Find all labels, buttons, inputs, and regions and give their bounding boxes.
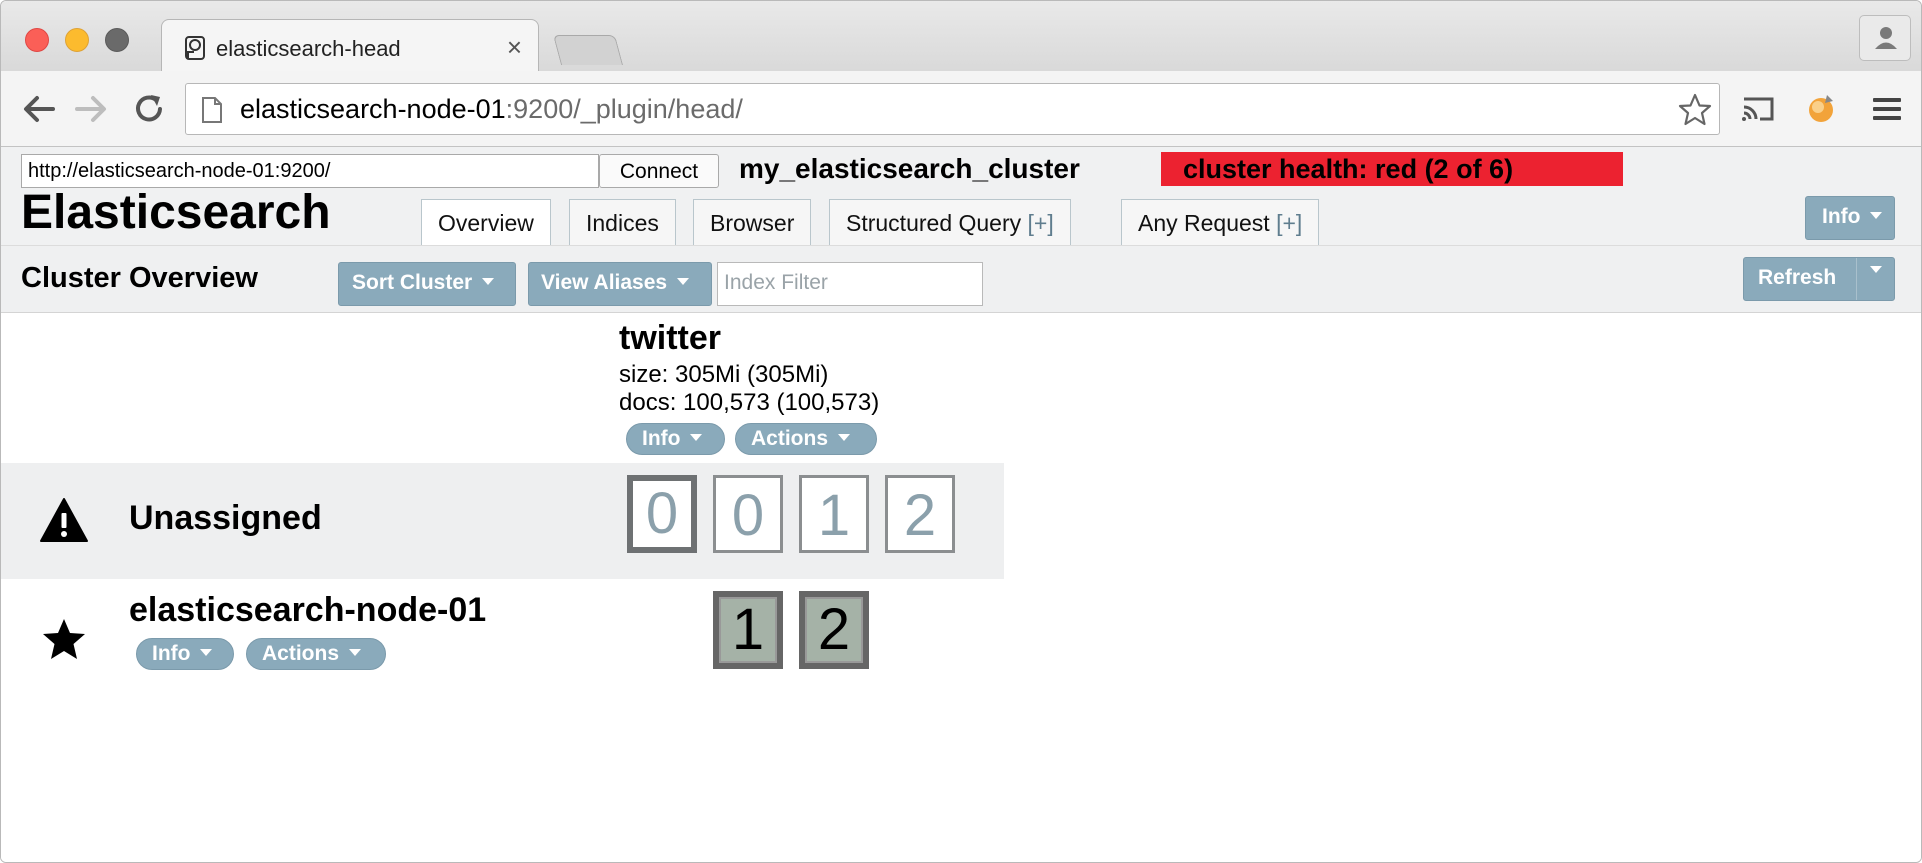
- new-tab-button[interactable]: [552, 35, 624, 65]
- cluster-name: my_elasticsearch_cluster: [739, 153, 1080, 184]
- view-aliases-button[interactable]: View Aliases: [528, 262, 712, 306]
- chevron-down-icon: [1870, 211, 1883, 219]
- browser-toolbar: elasticsearch-node-01:9200/_plugin/head/: [1, 71, 1921, 147]
- close-window-button[interactable]: [25, 28, 49, 52]
- cluster-overview-toolbar: Cluster Overview Sort Cluster View Alias…: [1, 245, 1921, 313]
- index-filter-input[interactable]: Index Filter: [717, 262, 983, 306]
- chevron-down-icon: [200, 648, 213, 656]
- zoom-window-button[interactable]: [105, 28, 129, 52]
- app-title: Elasticsearch: [21, 186, 331, 239]
- index-docs: docs: 100,573 (100,573): [619, 389, 880, 416]
- chevron-down-icon: [838, 433, 851, 441]
- refresh-label: Refresh: [1758, 266, 1837, 289]
- index-actions-button[interactable]: Actions: [735, 423, 877, 455]
- url-path: :9200/_plugin/head/: [505, 94, 743, 124]
- tab-browser-label: Browser: [710, 210, 795, 236]
- profile-button[interactable]: [1859, 15, 1911, 61]
- tab-indices-label: Indices: [586, 210, 659, 236]
- chevron-down-icon: [677, 277, 690, 285]
- shard-box[interactable]: 0: [713, 475, 783, 553]
- refresh-divider: [1856, 258, 1857, 300]
- tab-indices[interactable]: Indices: [569, 199, 676, 245]
- index-size: size: 305Mi (305Mi): [619, 361, 829, 388]
- tab-overview-label: Overview: [438, 210, 534, 236]
- tab-strip: elasticsearch-head ×: [1, 1, 1921, 73]
- warning-icon: [40, 498, 88, 542]
- tab-structured-query[interactable]: Structured Query [+]: [829, 199, 1071, 245]
- url-text: elasticsearch-node-01:9200/_plugin/head/: [240, 94, 743, 125]
- node-info-button[interactable]: Info: [136, 638, 234, 670]
- index-actions-label: Actions: [751, 427, 829, 450]
- cast-icon[interactable]: [1738, 89, 1778, 129]
- head-header: Connect my_elasticsearch_cluster cluster…: [1, 147, 1921, 246]
- shard-box[interactable]: 2: [799, 591, 869, 669]
- sort-cluster-button[interactable]: Sort Cluster: [338, 262, 516, 306]
- page-title: Cluster Overview: [21, 262, 258, 294]
- index-info-button[interactable]: Info: [626, 423, 725, 455]
- forward-icon[interactable]: [71, 89, 111, 129]
- shard-box[interactable]: 2: [885, 475, 955, 553]
- node-actions-label: Actions: [262, 642, 340, 665]
- tab-any-request-label: Any Request: [1138, 210, 1270, 236]
- shard-box[interactable]: 0: [627, 475, 697, 553]
- star-icon: [43, 619, 85, 659]
- favicon-icon: [185, 36, 205, 60]
- info-menu-button[interactable]: Info: [1805, 196, 1895, 240]
- page-icon: [202, 97, 222, 123]
- info-menu-label: Info: [1822, 205, 1861, 228]
- bookmark-star-icon[interactable]: [1677, 92, 1713, 128]
- tab-any-request-plus: [+]: [1276, 210, 1303, 236]
- shard-box[interactable]: 1: [799, 475, 869, 553]
- chevron-down-icon: [482, 277, 495, 285]
- page-content: Connect my_elasticsearch_cluster cluster…: [1, 147, 1921, 862]
- view-aliases-label: View Aliases: [541, 271, 668, 294]
- chevron-down-icon: [349, 648, 362, 656]
- url-host: elasticsearch-node-01: [240, 94, 506, 124]
- menu-icon[interactable]: [1867, 89, 1907, 129]
- node-info-label: Info: [152, 642, 191, 665]
- refresh-dropdown-icon[interactable]: [1870, 266, 1882, 273]
- unassigned-label: Unassigned: [129, 499, 322, 537]
- connect-url-input[interactable]: [21, 154, 599, 188]
- chevron-down-icon: [690, 433, 703, 441]
- minimize-window-button[interactable]: [65, 28, 89, 52]
- extension-icon[interactable]: [1801, 89, 1841, 129]
- node-actions-button[interactable]: Actions: [246, 638, 386, 670]
- unassigned-row: Unassigned 0 0 1 2: [1, 463, 1004, 579]
- tab-browser[interactable]: Browser: [693, 199, 812, 245]
- shard-box[interactable]: 1: [713, 591, 783, 669]
- node-name: elasticsearch-node-01: [129, 591, 487, 629]
- tab-close-icon[interactable]: ×: [507, 32, 522, 63]
- sort-cluster-label: Sort Cluster: [352, 271, 473, 294]
- profile-icon: [1875, 27, 1897, 49]
- connect-button[interactable]: Connect: [599, 154, 719, 188]
- tab-any-request[interactable]: Any Request [+]: [1121, 199, 1320, 245]
- reload-icon[interactable]: [129, 89, 169, 129]
- tab-structured-query-label: Structured Query: [846, 210, 1022, 236]
- index-name: twitter: [619, 319, 721, 357]
- back-icon[interactable]: [19, 89, 59, 129]
- cluster-health-badge: cluster health: red (2 of 6): [1161, 152, 1623, 186]
- browser-window: elasticsearch-head × elasticsearch-node-…: [0, 0, 1922, 863]
- index-info-label: Info: [642, 427, 681, 450]
- tab-title: elasticsearch-head: [216, 36, 401, 61]
- browser-tab[interactable]: elasticsearch-head ×: [161, 19, 539, 73]
- tab-structured-query-plus: [+]: [1027, 210, 1054, 236]
- tab-overview[interactable]: Overview: [421, 199, 551, 246]
- address-bar[interactable]: elasticsearch-node-01:9200/_plugin/head/: [185, 83, 1720, 135]
- refresh-button[interactable]: Refresh: [1743, 257, 1895, 301]
